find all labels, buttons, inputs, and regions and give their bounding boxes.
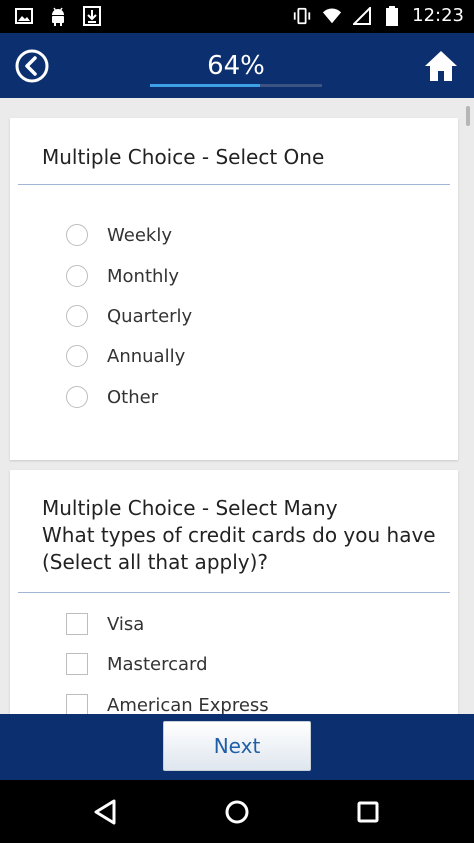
nav-back-button[interactable] [90, 796, 122, 828]
option-label: Visa [107, 613, 145, 635]
wifi-icon [322, 6, 342, 26]
scrollbar[interactable] [466, 106, 470, 126]
option-label: Mastercard [107, 653, 208, 675]
square-recents-icon [357, 801, 379, 823]
back-circle-icon [15, 49, 49, 83]
radio-button[interactable] [66, 305, 88, 327]
question-title: Multiple Choice - Select One [42, 145, 325, 169]
footer-bar: Next [0, 714, 474, 780]
nav-recents-button[interactable] [352, 796, 384, 828]
option-label: Monthly [107, 265, 180, 287]
battery-icon [382, 5, 402, 26]
radio-option-other[interactable]: Other [66, 383, 158, 411]
radio-button[interactable] [66, 386, 88, 408]
survey-content[interactable]: Multiple Choice - Select One Weekly Mont… [0, 98, 474, 714]
home-icon [425, 51, 457, 81]
back-button[interactable] [15, 49, 49, 83]
option-label: Quarterly [107, 305, 193, 327]
progress-label: 64% [207, 51, 265, 81]
circle-home-icon [225, 800, 249, 824]
triangle-back-icon [94, 799, 116, 825]
radio-option-annually[interactable]: Annually [66, 342, 185, 370]
question-card-single: Multiple Choice - Select One Weekly Mont… [10, 118, 458, 460]
question-title: Multiple Choice - Select Many What types… [42, 496, 436, 574]
radio-option-monthly[interactable]: Monthly [66, 262, 179, 290]
checkbox-option-american-express[interactable]: American Express [66, 691, 269, 714]
option-label: Annually [107, 345, 186, 367]
radio-option-quarterly[interactable]: Quarterly [66, 302, 192, 330]
divider [18, 184, 450, 185]
signal-icon [352, 6, 372, 26]
nav-home-button[interactable] [221, 796, 253, 828]
option-label: Weekly [107, 224, 172, 246]
radio-button[interactable] [66, 265, 88, 287]
option-label: Other [107, 386, 159, 408]
radio-button[interactable] [66, 224, 88, 246]
android-icon [48, 6, 68, 26]
system-nav-bar [0, 780, 474, 843]
divider [18, 592, 450, 593]
next-button[interactable]: Next [163, 721, 311, 771]
question-card-multiple: Multiple Choice - Select Many What types… [10, 470, 458, 714]
checkbox[interactable] [66, 653, 88, 675]
checkbox[interactable] [66, 694, 88, 714]
image-icon [14, 6, 34, 26]
app-header: 64% [0, 33, 474, 98]
option-label: American Express [107, 694, 269, 715]
status-bar: 12:23 [0, 0, 474, 33]
download-icon [82, 6, 102, 26]
progress-bar [150, 84, 322, 87]
clock: 12:23 [412, 5, 464, 26]
vibrate-icon [292, 6, 312, 26]
checkbox-option-mastercard[interactable]: Mastercard [66, 650, 208, 678]
home-button[interactable] [423, 48, 459, 84]
radio-button[interactable] [66, 345, 88, 367]
checkbox-option-visa[interactable]: Visa [66, 610, 144, 638]
progress-fill [150, 84, 261, 87]
radio-option-weekly[interactable]: Weekly [66, 221, 172, 249]
checkbox[interactable] [66, 613, 88, 635]
